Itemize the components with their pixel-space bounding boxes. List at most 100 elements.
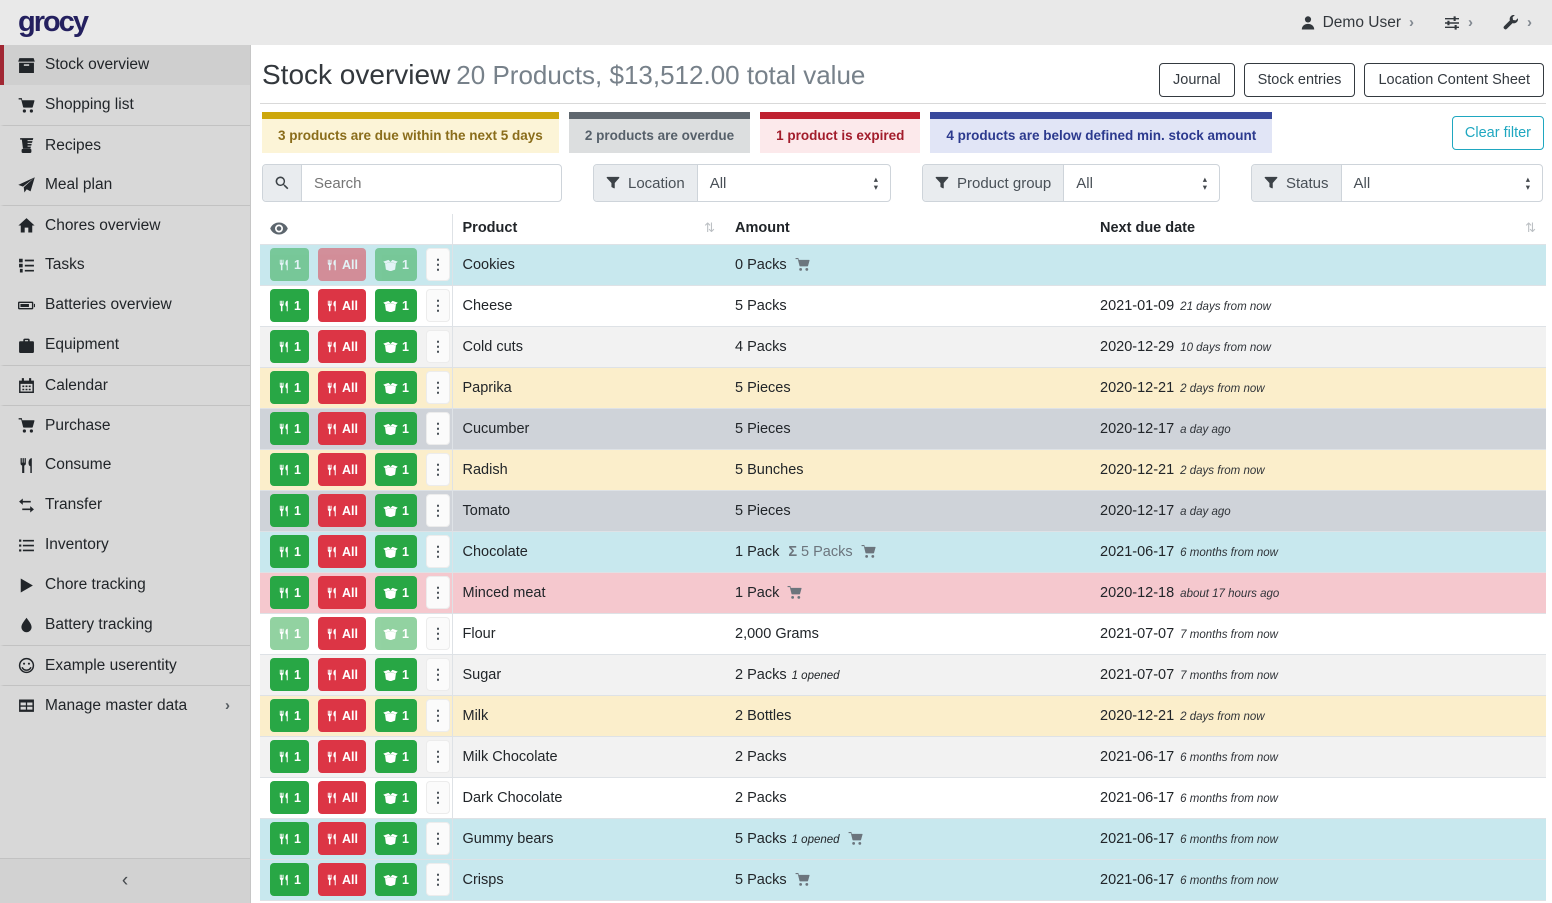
row-menu-button[interactable]: ⋮	[426, 494, 450, 527]
open-one-button[interactable]: 1	[375, 453, 417, 486]
eye-icon[interactable]	[270, 222, 288, 235]
user-menu[interactable]: Demo User ›	[1300, 14, 1414, 32]
search-input[interactable]	[302, 165, 561, 201]
consume-all-button[interactable]: All	[318, 494, 366, 527]
admin-menu[interactable]: ›	[1503, 14, 1532, 31]
location-content-sheet-button[interactable]: Location Content Sheet	[1364, 63, 1544, 97]
sidebar-item-chore-tracking[interactable]: Chore tracking	[0, 565, 250, 605]
consume-one-button[interactable]: 1	[270, 781, 309, 814]
consume-all-button[interactable]: All	[318, 617, 366, 650]
shopping-cart-icon[interactable]	[786, 585, 803, 600]
consume-all-button[interactable]: All	[318, 576, 366, 609]
consume-one-button[interactable]: 1	[270, 371, 309, 404]
consume-all-button[interactable]: All	[318, 535, 366, 568]
consume-all-button[interactable]: All	[318, 822, 366, 855]
status-banner[interactable]: 1 product is expired	[760, 112, 920, 153]
sidebar-item-example-userentity[interactable]: Example userentity	[0, 645, 250, 685]
sidebar-item-batteries-overview[interactable]: Batteries overview	[0, 285, 250, 325]
consume-one-button[interactable]: 1	[270, 740, 309, 773]
row-menu-button[interactable]: ⋮	[426, 371, 450, 404]
filter-select[interactable]: All ▴▾	[698, 165, 890, 201]
consume-all-button[interactable]: All	[318, 740, 366, 773]
consume-one-button[interactable]: 1	[270, 658, 309, 691]
sidebar-item-stock-overview[interactable]: Stock overview	[0, 45, 250, 85]
row-menu-button[interactable]: ⋮	[426, 412, 450, 445]
consume-one-button[interactable]: 1	[270, 248, 309, 281]
open-one-button[interactable]: 1	[375, 740, 417, 773]
open-one-button[interactable]: 1	[375, 617, 417, 650]
sidebar-item-transfer[interactable]: Transfer	[0, 485, 250, 525]
consume-one-button[interactable]: 1	[270, 535, 309, 568]
row-menu-button[interactable]: ⋮	[426, 781, 450, 814]
column-header-amount[interactable]: Amount	[725, 214, 1090, 244]
row-menu-button[interactable]: ⋮	[426, 535, 450, 568]
open-one-button[interactable]: 1	[375, 330, 417, 363]
status-banner[interactable]: 3 products are due within the next 5 day…	[262, 112, 559, 153]
shopping-cart-icon[interactable]	[794, 257, 811, 272]
open-one-button[interactable]: 1	[375, 822, 417, 855]
consume-one-button[interactable]: 1	[270, 330, 309, 363]
open-one-button[interactable]: 1	[375, 699, 417, 732]
row-menu-button[interactable]: ⋮	[426, 289, 450, 322]
sidebar-item-consume[interactable]: Consume	[0, 445, 250, 485]
consume-one-button[interactable]: 1	[270, 289, 309, 322]
row-menu-button[interactable]: ⋮	[426, 822, 450, 855]
sidebar-item-battery-tracking[interactable]: Battery tracking	[0, 605, 250, 645]
consume-one-button[interactable]: 1	[270, 822, 309, 855]
consume-all-button[interactable]: All	[318, 330, 366, 363]
consume-all-button[interactable]: All	[318, 658, 366, 691]
sidebar-item-calendar[interactable]: Calendar	[0, 365, 250, 405]
sort-icon[interactable]: ⇅	[704, 220, 715, 236]
consume-one-button[interactable]: 1	[270, 453, 309, 486]
consume-all-button[interactable]: All	[318, 699, 366, 732]
open-one-button[interactable]: 1	[375, 371, 417, 404]
sidebar-item-meal-plan[interactable]: Meal plan	[0, 165, 250, 205]
sidebar-item-equipment[interactable]: Equipment	[0, 325, 250, 365]
shopping-cart-icon[interactable]	[847, 831, 864, 846]
status-banner[interactable]: 4 products are below defined min. stock …	[930, 112, 1272, 153]
column-header-product[interactable]: Product⇅	[452, 214, 725, 244]
sidebar-collapse-button[interactable]: ‹	[0, 858, 250, 903]
sidebar-item-purchase[interactable]: Purchase	[0, 405, 250, 445]
column-header-next-due-date[interactable]: Next due date⇅	[1090, 214, 1546, 244]
filter-select[interactable]: All ▴▾	[1342, 165, 1542, 201]
consume-one-button[interactable]: 1	[270, 576, 309, 609]
stock-entries-button[interactable]: Stock entries	[1244, 63, 1356, 97]
clear-filter-button[interactable]: Clear filter	[1452, 116, 1544, 150]
sidebar-item-recipes[interactable]: Recipes	[0, 125, 250, 165]
settings-menu[interactable]: ›	[1444, 14, 1473, 31]
consume-all-button[interactable]: All	[318, 371, 366, 404]
open-one-button[interactable]: 1	[375, 576, 417, 609]
sidebar-item-tasks[interactable]: Tasks	[0, 245, 250, 285]
open-one-button[interactable]: 1	[375, 494, 417, 527]
status-banner[interactable]: 2 products are overdue	[569, 112, 750, 153]
open-one-button[interactable]: 1	[375, 248, 417, 281]
consume-one-button[interactable]: 1	[270, 412, 309, 445]
open-one-button[interactable]: 1	[375, 412, 417, 445]
row-menu-button[interactable]: ⋮	[426, 617, 450, 650]
row-menu-button[interactable]: ⋮	[426, 576, 450, 609]
consume-all-button[interactable]: All	[318, 248, 366, 281]
consume-one-button[interactable]: 1	[270, 617, 309, 650]
consume-all-button[interactable]: All	[318, 863, 366, 896]
open-one-button[interactable]: 1	[375, 658, 417, 691]
consume-one-button[interactable]: 1	[270, 494, 309, 527]
sidebar-item-inventory[interactable]: Inventory	[0, 525, 250, 565]
open-one-button[interactable]: 1	[375, 289, 417, 322]
sort-icon[interactable]: ⇅	[1525, 220, 1536, 236]
filter-select[interactable]: All ▴▾	[1064, 165, 1219, 201]
row-menu-button[interactable]: ⋮	[426, 453, 450, 486]
sidebar-item-chores-overview[interactable]: Chores overview	[0, 205, 250, 245]
shopping-cart-icon[interactable]	[860, 544, 877, 559]
journal-button[interactable]: Journal	[1159, 63, 1235, 97]
row-menu-button[interactable]: ⋮	[426, 863, 450, 896]
consume-one-button[interactable]: 1	[270, 699, 309, 732]
consume-all-button[interactable]: All	[318, 412, 366, 445]
sidebar-item-manage-master-data[interactable]: Manage master data ›	[0, 685, 250, 725]
sidebar-item-shopping-list[interactable]: Shopping list	[0, 85, 250, 125]
shopping-cart-icon[interactable]	[794, 872, 811, 887]
row-menu-button[interactable]: ⋮	[426, 658, 450, 691]
open-one-button[interactable]: 1	[375, 863, 417, 896]
row-menu-button[interactable]: ⋮	[426, 740, 450, 773]
consume-all-button[interactable]: All	[318, 453, 366, 486]
